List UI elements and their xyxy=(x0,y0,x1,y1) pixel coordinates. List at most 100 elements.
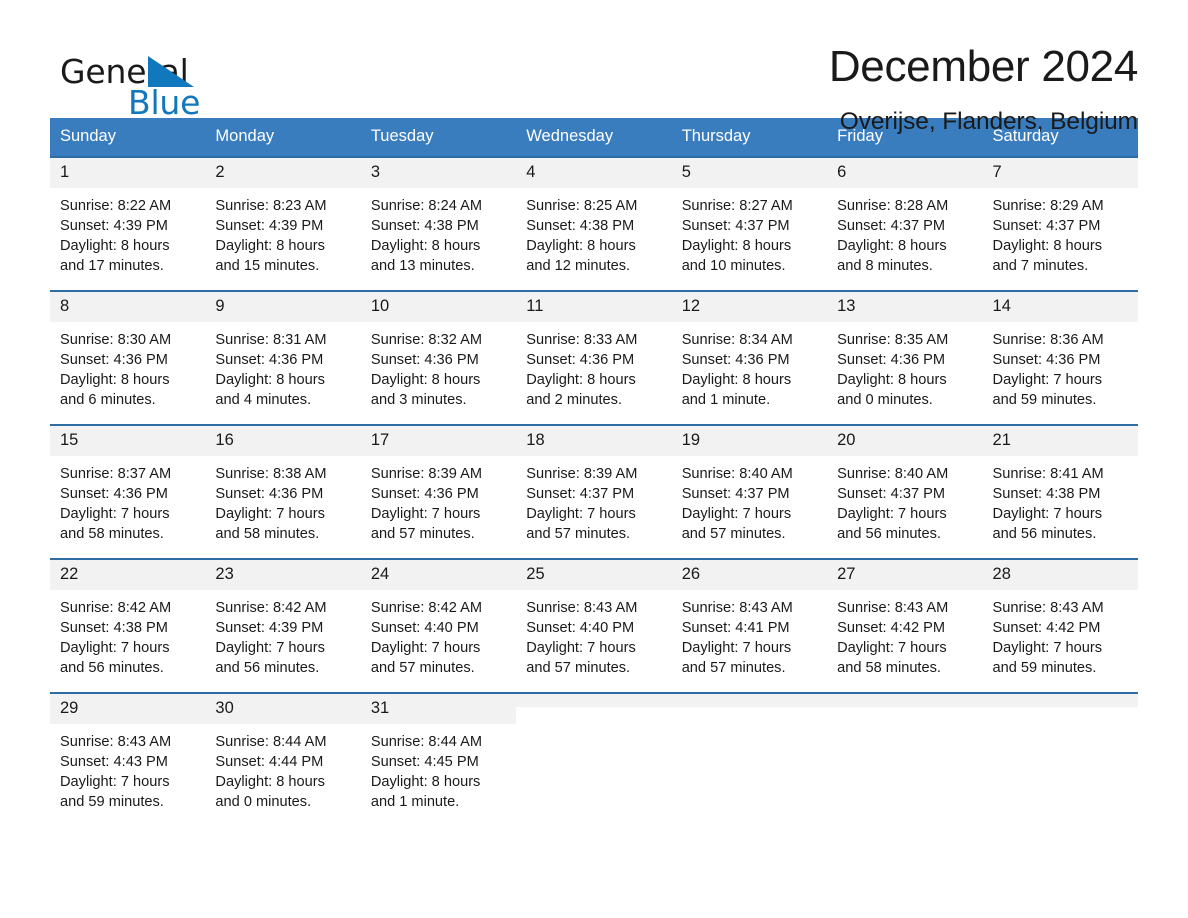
calendar-body: 1 Sunrise: 8:22 AM Sunset: 4:39 PM Daylight… xyxy=(50,156,1138,826)
daylight-text-line2: and 10 minutes. xyxy=(681,257,786,274)
calendar-cell: 19 Sunrise: 8:40 AM Sunset: 4:37 PM Dayligh… xyxy=(671,424,828,558)
sunset-text: Sunset: 4:39 PM xyxy=(60,217,168,234)
day-details: Sunrise: 8:27 AM Sunset: 4:37 PM Daylight:… xyxy=(672,188,827,276)
calendar-cell: 1 Sunrise: 8:22 AM Sunset: 4:39 PM Daylight… xyxy=(50,156,206,290)
day-cell-18[interactable]: 18 Sunrise: 8:39 AM Sunset: 4:37 PM Dayligh… xyxy=(516,424,672,558)
calendar-cell: 23 Sunrise: 8:42 AM Sunset: 4:39 PM Dayligh… xyxy=(205,558,361,692)
day-cell-16[interactable]: 16 Sunrise: 8:38 AM Sunset: 4:36 PM Dayligh… xyxy=(205,424,361,558)
sunset-text: Sunset: 4:39 PM xyxy=(215,217,324,234)
calendar-cell: 17 Sunrise: 8:39 AM Sunset: 4:36 PM Dayligh… xyxy=(360,424,517,558)
daylight-text-line2: and 57 minutes. xyxy=(681,659,786,676)
day-details: Sunrise: 8:40 AM Sunset: 4:37 PM Daylight:… xyxy=(672,456,827,544)
daylight-text-line2: and 58 minutes. xyxy=(60,525,164,542)
day-details: Sunrise: 8:23 AM Sunset: 4:39 PM Daylight:… xyxy=(205,188,360,276)
sunrise-text: Sunrise: 8:42 AM xyxy=(60,599,172,616)
daylight-text-line2: and 15 minutes. xyxy=(215,257,320,274)
daylight-text-line1: Daylight: 7 hours xyxy=(992,639,1103,656)
sunset-text: Sunset: 4:41 PM xyxy=(681,619,790,636)
day-details: Sunrise: 8:43 AM Sunset: 4:43 PM Daylight:… xyxy=(50,724,205,812)
sunset-text: Sunset: 4:37 PM xyxy=(837,217,946,234)
general-blue-logo[interactable]: General Blue xyxy=(50,44,240,124)
daylight-text-line2: and 17 minutes. xyxy=(60,257,164,274)
daylight-text-line1: Daylight: 7 hours xyxy=(526,639,636,656)
daylight-text-line2: and 57 minutes. xyxy=(370,659,475,676)
day-number: 29 xyxy=(50,694,206,724)
day-cell-7[interactable]: 7 Sunrise: 8:29 AM Sunset: 4:37 PM Daylight… xyxy=(982,156,1138,290)
daylight-text-line1: Daylight: 8 hours xyxy=(370,237,481,254)
daylight-text-line2: and 59 minutes. xyxy=(60,793,164,810)
day-cell-21[interactable]: 21 Sunrise: 8:41 AM Sunset: 4:38 PM Dayligh… xyxy=(982,424,1138,558)
day-cell-5[interactable]: 5 Sunrise: 8:27 AM Sunset: 4:37 PM Daylight… xyxy=(671,156,828,290)
day-details: Sunrise: 8:33 AM Sunset: 4:36 PM Daylight:… xyxy=(516,322,671,410)
daylight-text-line2: and 57 minutes. xyxy=(526,659,631,676)
day-cell-17[interactable]: 17 Sunrise: 8:39 AM Sunset: 4:36 PM Dayligh… xyxy=(360,424,517,558)
day-number: 8 xyxy=(50,292,206,322)
day-cell-19[interactable]: 19 Sunrise: 8:40 AM Sunset: 4:37 PM Dayligh… xyxy=(671,424,828,558)
day-number: 6 xyxy=(827,158,983,188)
sunset-text: Sunset: 4:37 PM xyxy=(526,485,635,502)
day-cell-1[interactable]: 1 Sunrise: 8:22 AM Sunset: 4:39 PM Daylight… xyxy=(50,156,206,290)
sunrise-text: Sunrise: 8:35 AM xyxy=(837,331,949,348)
day-cell-25[interactable]: 25 Sunrise: 8:43 AM Sunset: 4:40 PM Dayligh… xyxy=(516,558,672,692)
sunset-text: Sunset: 4:38 PM xyxy=(992,485,1101,502)
daylight-text-line1: Daylight: 8 hours xyxy=(681,371,792,388)
day-cell-8[interactable]: 8 Sunrise: 8:30 AM Sunset: 4:36 PM Daylight… xyxy=(50,290,206,424)
daylight-text-line2: and 57 minutes. xyxy=(681,525,786,542)
daylight-text-line1: Daylight: 7 hours xyxy=(992,371,1103,388)
day-cell-28[interactable]: 28 Sunrise: 8:43 AM Sunset: 4:42 PM Dayligh… xyxy=(982,558,1138,692)
daylight-text-line2: and 6 minutes. xyxy=(60,391,156,408)
day-details: Sunrise: 8:43 AM Sunset: 4:40 PM Daylight:… xyxy=(516,590,671,678)
day-cell-27[interactable]: 27 Sunrise: 8:43 AM Sunset: 4:42 PM Dayligh… xyxy=(827,558,983,692)
day-cell-22[interactable]: 22 Sunrise: 8:42 AM Sunset: 4:38 PM Dayligh… xyxy=(50,558,206,692)
day-cell-3[interactable]: 3 Sunrise: 8:24 AM Sunset: 4:38 PM Daylight… xyxy=(360,156,517,290)
day-cell-29[interactable]: 29 Sunrise: 8:43 AM Sunset: 4:43 PM Dayligh… xyxy=(50,692,206,826)
calendar-week-row: 29 Sunrise: 8:43 AM Sunset: 4:43 PM Dayligh… xyxy=(50,692,1138,826)
daylight-text-line1: Daylight: 7 hours xyxy=(215,639,325,656)
sunrise-text: Sunrise: 8:39 AM xyxy=(526,465,638,482)
day-number: 7 xyxy=(982,158,1138,188)
sunrise-text: Sunrise: 8:34 AM xyxy=(681,331,793,348)
calendar-cell: 25 Sunrise: 8:43 AM Sunset: 4:40 PM Dayligh… xyxy=(516,558,672,692)
day-cell-2[interactable]: 2 Sunrise: 8:23 AM Sunset: 4:39 PM Daylight… xyxy=(205,156,361,290)
sunrise-text: Sunrise: 8:27 AM xyxy=(681,197,793,214)
sunrise-text: Sunrise: 8:43 AM xyxy=(681,599,793,616)
day-number: 4 xyxy=(516,158,672,188)
day-cell-30[interactable]: 30 Sunrise: 8:44 AM Sunset: 4:44 PM Dayligh… xyxy=(205,692,361,826)
daylight-text-line2: and 1 minute. xyxy=(370,793,460,810)
day-number: 21 xyxy=(982,426,1138,456)
calendar-cell: 7 Sunrise: 8:29 AM Sunset: 4:37 PM Daylight… xyxy=(982,156,1138,290)
sunrise-text: Sunrise: 8:42 AM xyxy=(370,599,482,616)
day-number: 19 xyxy=(671,426,828,456)
day-cell-15[interactable]: 15 Sunrise: 8:37 AM Sunset: 4:36 PM Dayligh… xyxy=(50,424,206,558)
day-cell-24[interactable]: 24 Sunrise: 8:42 AM Sunset: 4:40 PM Dayligh… xyxy=(360,558,517,692)
day-cell-13[interactable]: 13 Sunrise: 8:35 AM Sunset: 4:36 PM Dayligh… xyxy=(827,290,983,424)
day-cell-6[interactable]: 6 Sunrise: 8:28 AM Sunset: 4:37 PM Daylight… xyxy=(827,156,983,290)
day-cell-empty xyxy=(827,692,983,826)
sunrise-text: Sunrise: 8:32 AM xyxy=(370,331,482,348)
day-cell-10[interactable]: 10 Sunrise: 8:32 AM Sunset: 4:36 PM Dayligh… xyxy=(360,290,517,424)
day-cell-20[interactable]: 20 Sunrise: 8:40 AM Sunset: 4:37 PM Dayligh… xyxy=(827,424,983,558)
day-cell-14[interactable]: 14 Sunrise: 8:36 AM Sunset: 4:36 PM Dayligh… xyxy=(982,290,1138,424)
daylight-text-line1: Daylight: 8 hours xyxy=(60,371,170,388)
day-number xyxy=(982,694,1138,707)
day-cell-4[interactable]: 4 Sunrise: 8:25 AM Sunset: 4:38 PM Daylight… xyxy=(516,156,672,290)
day-cell-26[interactable]: 26 Sunrise: 8:43 AM Sunset: 4:41 PM Dayligh… xyxy=(671,558,828,692)
day-cell-12[interactable]: 12 Sunrise: 8:34 AM Sunset: 4:36 PM Dayligh… xyxy=(671,290,828,424)
sunrise-sunset-calendar: Sunday Monday Tuesday Wednesday Thursday Frid… xyxy=(50,118,1138,826)
weekday-header-thursday: Thursday xyxy=(671,118,828,156)
day-cell-23[interactable]: 23 Sunrise: 8:42 AM Sunset: 4:39 PM Dayligh… xyxy=(205,558,361,692)
day-cell-31[interactable]: 31 Sunrise: 8:44 AM Sunset: 4:45 PM Dayligh… xyxy=(360,692,517,826)
daylight-text-line2: and 12 minutes. xyxy=(526,257,631,274)
sunrise-text: Sunrise: 8:44 AM xyxy=(215,733,327,750)
day-cell-9[interactable]: 9 Sunrise: 8:31 AM Sunset: 4:36 PM Daylight… xyxy=(205,290,361,424)
sunset-text: Sunset: 4:36 PM xyxy=(215,485,324,502)
day-details: Sunrise: 8:30 AM Sunset: 4:36 PM Daylight:… xyxy=(50,322,205,410)
sunrise-text: Sunrise: 8:41 AM xyxy=(992,465,1104,482)
day-cell-11[interactable]: 11 Sunrise: 8:33 AM Sunset: 4:36 PM Dayligh… xyxy=(516,290,672,424)
day-number: 16 xyxy=(205,426,361,456)
calendar-week-row: 15 Sunrise: 8:37 AM Sunset: 4:36 PM Dayligh… xyxy=(50,424,1138,558)
sunset-text: Sunset: 4:40 PM xyxy=(370,619,479,636)
calendar-cell xyxy=(671,692,828,826)
day-number: 1 xyxy=(50,158,206,188)
day-number xyxy=(827,694,983,707)
